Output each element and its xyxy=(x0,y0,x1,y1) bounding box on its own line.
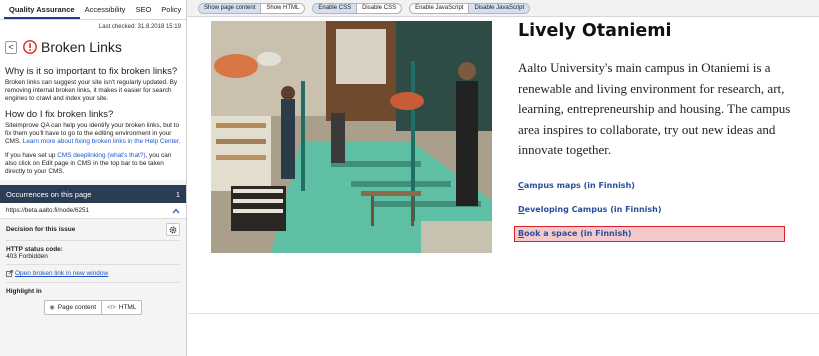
enable-javascript-button[interactable]: Enable JavaScript xyxy=(410,4,468,13)
show-page-content-button[interactable]: Show page content xyxy=(199,3,261,13)
siteimprove-sidebar: Quality Assurance Accessibility SEO Poli… xyxy=(0,0,187,356)
book-a-space-link-highlighted[interactable]: Book a space (in Finnish) xyxy=(514,226,785,242)
occurrences-count: 1 xyxy=(175,189,180,199)
eye-icon: ◉ xyxy=(49,305,55,311)
chevron-up-icon[interactable] xyxy=(172,207,180,215)
issue-description: < Broken Links Why is it so important to… xyxy=(0,34,186,180)
last-checked-timestamp: Last checked: 31.8.2018 15:19 xyxy=(0,20,186,34)
view-mode-toggle: Show page content Show HTML xyxy=(198,2,306,14)
developing-campus-link-text: eveloping Campus (in Finnish) xyxy=(524,205,662,214)
tab-seo[interactable]: SEO xyxy=(130,5,156,19)
open-link-row: Open broken link in new window xyxy=(6,265,180,283)
http-status-block: HTTP status code: 403 Forbidden xyxy=(6,241,180,265)
code-icon: </> xyxy=(107,304,116,311)
javascript-toggle: Enable JavaScript Disable JavaScript xyxy=(409,2,531,14)
highlight-html-label: HTML xyxy=(118,304,137,311)
decision-row: Decision for this issue xyxy=(6,219,180,241)
highlight-html-button[interactable]: </> HTML xyxy=(102,300,143,315)
highlight-page-content-button[interactable]: ◉ Page content xyxy=(43,300,103,315)
campus-photo xyxy=(211,21,492,253)
external-link-icon xyxy=(6,270,13,277)
disable-javascript-button[interactable]: Disable JavaScript xyxy=(468,3,530,13)
disable-css-button[interactable]: Disable CSS xyxy=(356,3,401,13)
alert-icon xyxy=(23,40,37,54)
css-toggle: Enable CSS Disable CSS xyxy=(312,2,403,14)
occurrences-header: Occurrences on this page 1 xyxy=(0,185,186,203)
enable-css-button[interactable]: Enable CSS xyxy=(313,3,357,13)
highlight-page-content-label: Page content xyxy=(57,304,97,311)
page-intro-text: Aalto University's main campus in Otanie… xyxy=(518,60,791,157)
decision-label: Decision for this issue xyxy=(6,226,76,233)
highlight-buttons: ◉ Page content </> HTML xyxy=(6,300,180,315)
issue-title-row: < Broken Links xyxy=(5,34,181,60)
occurrence-details: Decision for this issue HTTP status code… xyxy=(0,219,186,315)
back-button[interactable]: < xyxy=(5,40,17,54)
occurrences-label: Occurrences on this page xyxy=(6,189,92,199)
why-heading: Why is it so important to fix broken lin… xyxy=(5,66,178,77)
http-status-label: HTTP status code: xyxy=(6,246,63,253)
page-preview: Lively Otaniemi Aalto University's main … xyxy=(188,18,819,356)
how-text: Siteimprove QA can help you identify you… xyxy=(5,122,181,146)
open-broken-link[interactable]: Open broken link in new window xyxy=(15,270,108,277)
tab-quality-assurance[interactable]: Quality Assurance xyxy=(4,5,80,19)
highlight-label: Highlight in xyxy=(6,288,42,295)
developing-campus-link[interactable]: Developing Campus (in Finnish) xyxy=(518,205,662,214)
preview-toolbar: Show page content Show HTML Enable CSS D… xyxy=(187,0,819,17)
deeplink-prefix: If you have set up xyxy=(5,152,56,159)
decision-settings-button[interactable] xyxy=(166,223,180,236)
page-heading: Lively Otaniemi xyxy=(518,21,672,41)
sidebar-tabs: Quality Assurance Accessibility SEO Poli… xyxy=(0,0,186,20)
campus-maps-link-text: ampus maps (in Finnish) xyxy=(523,181,635,190)
page-divider xyxy=(188,313,819,314)
show-html-button[interactable]: Show HTML xyxy=(260,3,304,13)
tab-accessibility[interactable]: Accessibility xyxy=(80,5,131,19)
occurrence-url: https://beta.aalto.fi/node/6251 xyxy=(6,207,89,214)
campus-photo-illustration xyxy=(211,21,492,253)
developing-campus-link-initial: D xyxy=(518,205,525,214)
issue-title: Broken Links xyxy=(41,39,122,55)
book-a-space-link-text: ook a space (in Finnish) xyxy=(524,229,632,238)
gear-icon xyxy=(169,226,177,233)
campus-maps-link[interactable]: Campus maps (in Finnish) xyxy=(518,181,635,190)
occurrence-url-row[interactable]: https://beta.aalto.fi/node/6251 xyxy=(0,203,186,219)
http-status-value: 403 Forbidden xyxy=(6,253,48,260)
help-center-link[interactable]: Learn more about fixing broken links in … xyxy=(23,138,181,145)
how-heading: How do I fix broken links? xyxy=(5,109,114,120)
tab-policy[interactable]: Policy xyxy=(156,5,186,19)
cms-deeplinking-link[interactable]: CMS deeplinking (what's that?) xyxy=(57,152,145,159)
deeplink-text: If you have set up CMS deeplinking (what… xyxy=(5,152,181,176)
why-text: Broken links can suggest your site isn't… xyxy=(5,79,178,102)
